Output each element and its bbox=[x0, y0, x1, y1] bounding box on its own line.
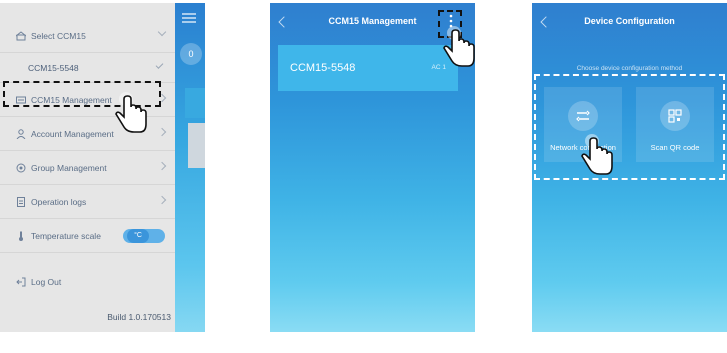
home-icon bbox=[15, 30, 27, 41]
logout-button[interactable]: Log Out bbox=[0, 265, 175, 299]
menu-item-label: Group Management bbox=[31, 162, 107, 173]
screen-ccm15-management: CCM15 Management CCM15-5548 AC 1 bbox=[270, 3, 475, 332]
group-icon bbox=[16, 163, 26, 173]
config-subtitle: Choose device configuration method bbox=[576, 65, 683, 72]
menu-icon bbox=[182, 13, 196, 23]
chevron-right-icon bbox=[157, 127, 167, 137]
select-ccm15-label: Select CCM15 bbox=[31, 30, 86, 41]
menu-item-label: Temperature scale bbox=[31, 230, 101, 241]
page-title: Device Configuration bbox=[584, 16, 675, 26]
chevron-down-icon bbox=[157, 27, 167, 37]
menu-item-label: Operation logs bbox=[31, 196, 87, 207]
temperature-toggle[interactable]: °C bbox=[123, 229, 165, 243]
back-arrow-icon[interactable] bbox=[278, 16, 290, 28]
menu-item-group-management[interactable]: Group Management bbox=[0, 151, 175, 185]
peek-badge: 0 bbox=[180, 43, 202, 65]
screen-drawer: Select CCM15 CCM15-5548 CCM15 Management… bbox=[0, 3, 205, 332]
tap-hand-icon bbox=[115, 92, 147, 133]
temperature-unit: °C bbox=[127, 229, 149, 243]
tap-hand-icon bbox=[581, 134, 613, 175]
logout-icon bbox=[16, 277, 26, 287]
device-option-label: CCM15-5548 bbox=[28, 62, 79, 73]
device-card[interactable]: CCM15-5548 AC 1 bbox=[278, 45, 458, 91]
select-ccm15-dropdown[interactable]: Select CCM15 bbox=[0, 19, 175, 53]
log-icon bbox=[16, 196, 26, 207]
logout-label: Log Out bbox=[31, 277, 62, 287]
page-title: CCM15 Management bbox=[328, 16, 417, 26]
person-icon bbox=[16, 128, 26, 139]
tap-hand-icon bbox=[443, 26, 475, 67]
device-name: CCM15-5548 bbox=[290, 62, 356, 74]
screen-device-configuration: Device Configuration Choose device confi… bbox=[532, 3, 727, 332]
top-bar: Device Configuration bbox=[532, 3, 727, 39]
build-version: Build 1.0.170513 bbox=[107, 312, 171, 322]
side-drawer: Select CCM15 CCM15-5548 CCM15 Management… bbox=[0, 3, 175, 332]
thermometer-icon bbox=[16, 231, 26, 241]
peek-card-2 bbox=[188, 123, 205, 168]
highlight-box bbox=[534, 74, 725, 180]
device-option[interactable]: CCM15-5548 bbox=[0, 53, 175, 83]
chevron-right-icon bbox=[157, 195, 167, 205]
chevron-right-icon bbox=[157, 161, 167, 171]
peek-card bbox=[185, 88, 205, 118]
back-arrow-icon[interactable] bbox=[540, 16, 552, 28]
menu-item-label: Account Management bbox=[31, 128, 114, 139]
menu-item-operation-logs[interactable]: Operation logs bbox=[0, 185, 175, 219]
check-icon bbox=[155, 61, 164, 69]
menu-item-temperature-scale: Temperature scale °C bbox=[0, 219, 175, 253]
